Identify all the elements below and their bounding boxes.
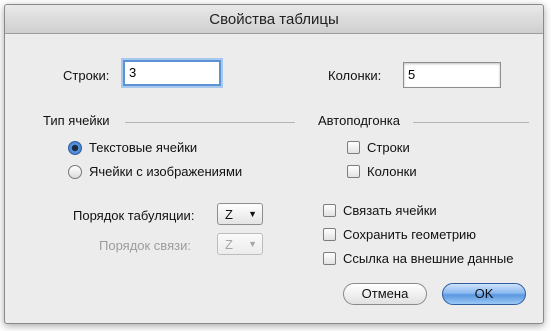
cell-type-heading: Тип ячейки [43,113,110,128]
keep-geometry-checkbox[interactable] [323,228,336,241]
autofit-columns-label: Колонки [367,164,417,179]
table-properties-dialog: Свойства таблицы Строки: 3 Колонки: 5 Ти… [4,4,544,324]
radio-text-cells[interactable] [68,141,82,155]
autofit-columns-checkbox[interactable] [347,165,360,178]
keep-geometry-label: Сохранить геометрию [343,227,477,242]
autofit-heading: Автоподгонка [318,113,400,128]
autofit-rows-label: Строки [367,140,410,155]
cancel-button[interactable]: Отмена [343,283,427,305]
link-order-label: Порядок связи: [99,238,191,253]
link-order-popup: Z ▼ [217,233,263,255]
text-cells-label: Текстовые ячейки [89,140,198,155]
cell-type-separator [125,122,295,123]
chevron-down-icon: ▼ [248,239,257,249]
link-cells-label: Связать ячейки [343,203,437,218]
dialog-title: Свойства таблицы [209,11,339,28]
link-order-value: Z [225,237,233,252]
columns-label: Колонки: [328,68,382,83]
link-cells-checkbox[interactable] [323,204,336,217]
image-cells-label: Ячейки с изображениями [89,164,243,179]
autofit-rows-checkbox[interactable] [347,141,360,154]
rows-label: Строки: [63,68,110,83]
autofit-separator [413,122,529,123]
chevron-down-icon: ▼ [248,209,257,219]
external-data-link-checkbox[interactable] [323,252,336,265]
title-bar: Свойства таблицы [5,5,543,34]
tab-order-value: Z [225,207,233,222]
tab-order-label: Порядок табуляции: [73,208,195,223]
columns-input[interactable]: 5 [403,62,501,88]
tab-order-popup[interactable]: Z ▼ [217,203,263,225]
rows-input[interactable]: 3 [123,60,221,86]
radio-image-cells[interactable] [68,165,82,179]
external-data-link-label: Ссылка на внешние данные [343,251,514,266]
ok-button[interactable]: OK [442,283,526,305]
